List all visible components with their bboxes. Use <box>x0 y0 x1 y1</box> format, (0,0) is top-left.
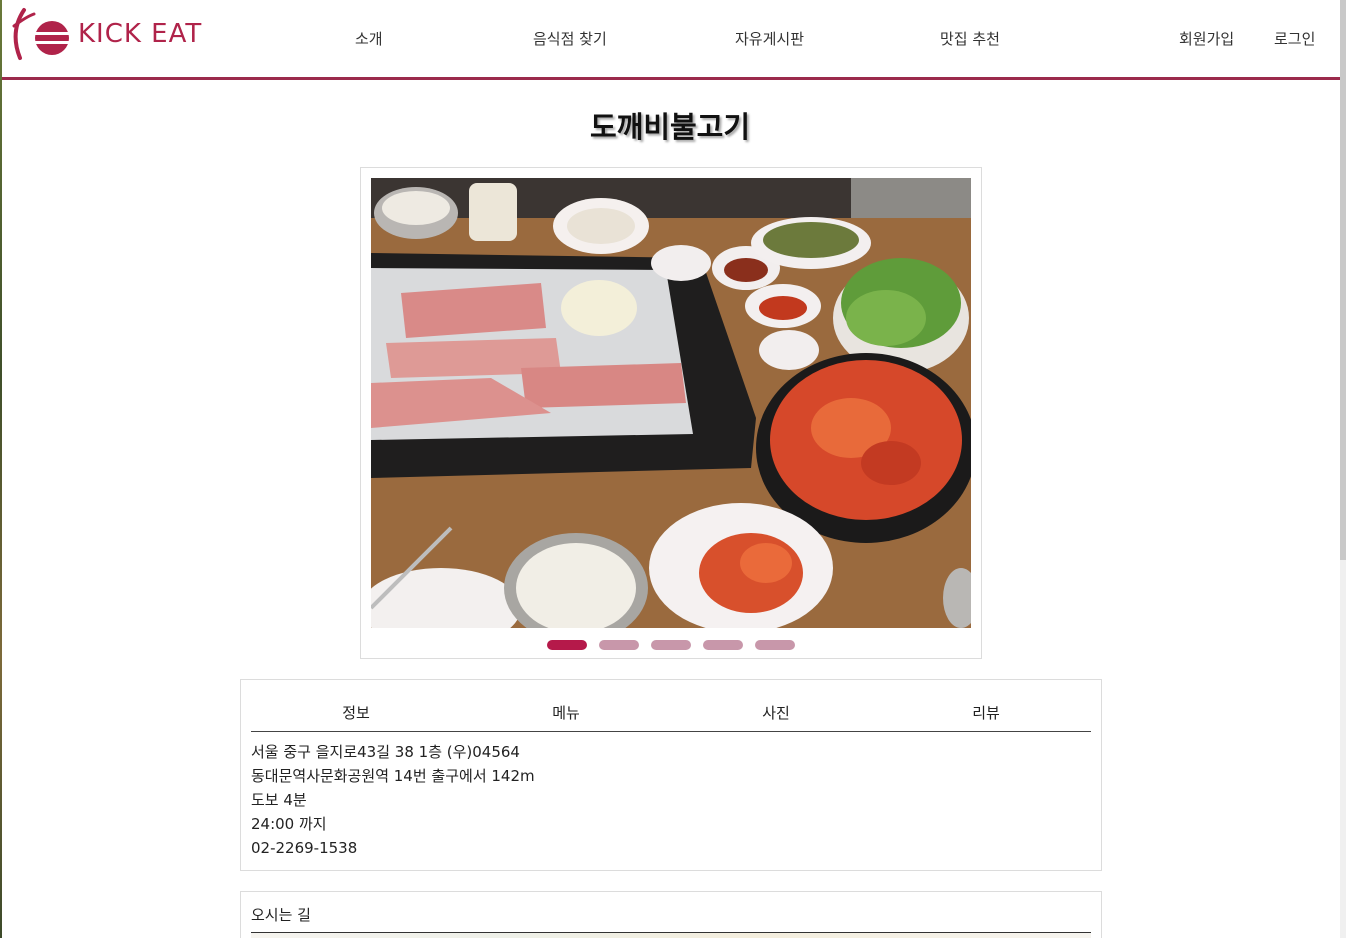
walk-time-text: 도보 4분 <box>251 791 307 809</box>
carousel-dot-3[interactable] <box>651 640 691 650</box>
tab-info[interactable]: 정보 <box>251 696 461 731</box>
tab-photos[interactable]: 사진 <box>671 696 881 731</box>
carousel-dot-5[interactable] <box>755 640 795 650</box>
tab-reviews[interactable]: 리뷰 <box>881 696 1091 731</box>
station-text: 동대문역사문화공원역 14번 출구에서 142m <box>251 767 535 785</box>
info-tabs: 정보 메뉴 사진 리뷰 <box>251 696 1091 732</box>
food-photo-illustration <box>371 178 971 628</box>
directions-map[interactable] <box>251 932 1091 938</box>
logo-mark-icon <box>12 8 70 60</box>
restaurant-photo[interactable] <box>371 178 971 628</box>
carousel-dot-2[interactable] <box>599 640 639 650</box>
carousel-dot-1[interactable] <box>547 640 587 650</box>
phone-text: 02-2269-1538 <box>251 839 358 857</box>
photo-carousel <box>360 167 982 659</box>
address-text: 서울 중구 을지로43길 38 1층 (우)04564 <box>251 743 520 761</box>
nav-login[interactable]: 로그인 <box>1274 28 1315 49</box>
nav-free-board[interactable]: 자유게시판 <box>735 28 804 49</box>
scrollbar-thumb[interactable] <box>1340 0 1346 560</box>
directions-title: 오시는 길 <box>251 906 311 924</box>
directions-panel: 오시는 길 <box>240 891 1102 938</box>
info-details: 서울 중구 을지로43길 38 1층 (우)04564 동대문역사문화공원역 1… <box>251 740 535 860</box>
nav-recommend[interactable]: 맛집 추천 <box>940 28 1000 49</box>
site-logo[interactable]: KICK EAT <box>10 4 202 64</box>
site-header: KICK EAT 소개 음식점 찾기 자유게시판 맛집 추천 회원가입 로그인 <box>2 0 1340 80</box>
nav-find-restaurant[interactable]: 음식점 찾기 <box>533 28 607 49</box>
restaurant-info-panel: 정보 메뉴 사진 리뷰 서울 중구 을지로43길 38 1층 (우)04564 … <box>240 679 1102 871</box>
restaurant-title: 도깨비불고기 <box>589 110 751 144</box>
nav-about[interactable]: 소개 <box>355 28 383 49</box>
nav-signup[interactable]: 회원가입 <box>1179 28 1234 49</box>
carousel-dot-4[interactable] <box>703 640 743 650</box>
hours-text: 24:00 까지 <box>251 815 327 833</box>
tab-menu[interactable]: 메뉴 <box>461 696 671 731</box>
page-scrollbar[interactable] <box>1340 0 1346 938</box>
brand-name: KICK EAT <box>78 19 203 49</box>
carousel-indicators <box>361 640 981 650</box>
